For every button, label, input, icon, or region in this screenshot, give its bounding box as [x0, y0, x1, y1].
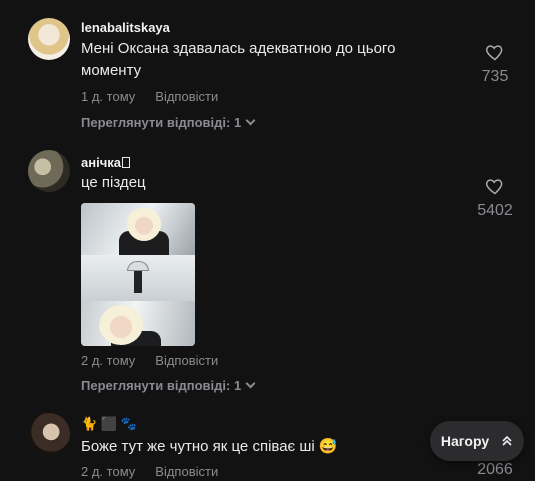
heart-icon — [485, 179, 503, 195]
comment-image[interactable] — [81, 203, 195, 346]
comment-text: Мені Оксана здавалась адекватною до цьог… — [81, 40, 396, 79]
like-button[interactable]: 5402 — [475, 176, 515, 220]
comment-time: 2 д. тому — [81, 353, 136, 368]
comment-username[interactable]: lenabalitskaya — [81, 20, 170, 35]
avatar[interactable] — [28, 413, 70, 455]
scroll-to-top-label: Нагору — [440, 433, 490, 449]
image-panel — [81, 203, 195, 257]
heart-icon — [485, 45, 503, 61]
scroll-to-top-button[interactable]: Нагору — [430, 421, 524, 461]
comment-username[interactable]: анічка — [81, 155, 130, 170]
comment-meta: 2 д. тому Відповісти — [81, 464, 218, 479]
like-button[interactable]: 735 — [475, 42, 515, 86]
view-replies-label: Переглянути відповіді: 1 — [81, 115, 242, 130]
comment-meta: 1 д. тому Відповісти — [81, 89, 218, 104]
unknown-glyph-icon — [121, 157, 130, 168]
like-count: 5402 — [477, 202, 513, 219]
avatar[interactable] — [28, 18, 70, 60]
comment-meta: 2 д. тому Відповісти — [81, 353, 218, 368]
image-panel — [81, 255, 195, 301]
view-replies-button[interactable]: Переглянути відповіді: 1 — [81, 115, 256, 130]
comment-text: це піздец — [81, 174, 146, 191]
comment: lenabalitskaya Мені Оксана здавалась аде… — [0, 0, 535, 145]
reply-button[interactable]: Відповісти — [155, 464, 218, 479]
reply-button[interactable]: Відповісти — [155, 89, 218, 104]
username-emojis: 🐈 ⬛ 🐾 — [81, 416, 137, 431]
chevron-down-icon — [245, 115, 256, 126]
image-panel — [81, 301, 195, 346]
comment-text: Боже тут же чутно як це співає ші 😅 — [81, 438, 338, 455]
comment-username-text: анічка — [81, 155, 121, 170]
like-count: 735 — [481, 68, 509, 85]
chevron-down-icon — [245, 378, 256, 389]
double-chevron-up-icon — [502, 435, 512, 446]
like-count: 2066 — [477, 461, 513, 478]
view-replies-button[interactable]: Переглянути відповіді: 1 — [81, 378, 256, 393]
comment-time: 1 д. тому — [81, 89, 136, 104]
comment-username[interactable]: 🐈 ⬛ 🐾 — [81, 416, 137, 432]
like-button[interactable]: 2066 — [475, 461, 515, 479]
avatar[interactable] — [28, 150, 70, 192]
comment-time: 2 д. тому — [81, 464, 136, 479]
view-replies-label: Переглянути відповіді: 1 — [81, 378, 242, 393]
reply-button[interactable]: Відповісти — [155, 353, 218, 368]
